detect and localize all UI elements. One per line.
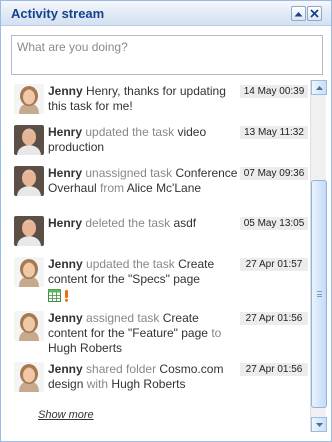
action-verb: updated the task <box>86 257 175 271</box>
man-avatar[interactable] <box>14 166 44 196</box>
actor-name[interactable]: Jenny <box>48 84 83 98</box>
scrollbar-thumb[interactable] <box>311 180 327 408</box>
action-verb: assigned task <box>86 311 160 325</box>
actor-name[interactable]: Jenny <box>48 362 83 376</box>
actor-name[interactable]: Henry <box>48 216 82 230</box>
woman-avatar[interactable] <box>14 362 44 392</box>
arrow-up-icon <box>315 85 323 90</box>
close-icon <box>310 9 319 18</box>
man-avatar[interactable] <box>14 125 44 155</box>
preposition: with <box>86 377 109 391</box>
activity-text: Henry updated the task video production <box>48 125 238 155</box>
scroll-up-button[interactable] <box>311 80 327 95</box>
timestamp: 14 May 00:39 <box>240 85 308 98</box>
panel-header: Activity stream <box>1 1 331 26</box>
timestamp: 27 Apr 01:57 <box>240 258 308 271</box>
show-more-link[interactable]: Show more <box>38 409 94 421</box>
scroll-down-button[interactable] <box>311 417 327 432</box>
user-link[interactable]: Hugh Roberts <box>111 377 185 391</box>
action-verb: updated the task <box>85 125 175 139</box>
action-verb: deleted the task <box>85 216 171 230</box>
close-button[interactable] <box>307 6 322 21</box>
activity-text: Henry unassigned task Conference Overhau… <box>48 166 238 196</box>
timestamp: 27 Apr 01:56 <box>240 312 308 325</box>
woman-avatar[interactable] <box>14 84 44 114</box>
status-input[interactable]: What are you doing? <box>11 35 323 75</box>
woman-avatar[interactable] <box>14 311 44 341</box>
actor-name[interactable]: Henry <box>48 166 82 180</box>
woman-avatar[interactable] <box>14 257 44 287</box>
activity-text: Henry deleted the task asdf <box>48 216 238 231</box>
user-link[interactable]: Hugh Roberts <box>48 341 122 355</box>
action-verb: shared folder <box>86 362 157 376</box>
activity-text: Jenny shared folder Cosmo.com design wit… <box>48 362 238 392</box>
priority-high-icon <box>65 290 68 302</box>
activity-text: Jenny assigned task Create content for t… <box>48 311 238 356</box>
collapse-button[interactable] <box>291 6 306 21</box>
chevron-up-icon <box>294 11 303 16</box>
actor-name[interactable]: Henry <box>48 125 82 139</box>
attachment-icons <box>48 289 238 302</box>
user-link[interactable]: Alice Mc'Lane <box>127 181 201 195</box>
spreadsheet-icon[interactable] <box>48 289 61 302</box>
activity-text: Jenny Henry, thanks for updating this ta… <box>48 84 238 114</box>
timestamp: 13 May 11:32 <box>240 126 308 139</box>
timestamp: 07 May 09:36 <box>240 167 308 180</box>
timestamp: 27 Apr 01:56 <box>240 363 308 376</box>
actor-name[interactable]: Jenny <box>48 311 83 325</box>
preposition: from <box>100 181 125 195</box>
action-verb: unassigned task <box>85 166 173 180</box>
preposition: to <box>211 326 222 340</box>
actor-name[interactable]: Jenny <box>48 257 83 271</box>
vertical-scrollbar[interactable] <box>310 80 327 432</box>
man-avatar[interactable] <box>14 216 44 246</box>
arrow-down-icon <box>315 422 323 427</box>
panel-title: Activity stream <box>11 6 105 21</box>
timestamp: 05 May 13:05 <box>240 217 308 230</box>
grip-icon <box>317 291 322 297</box>
task-name: asdf <box>173 216 197 230</box>
activity-list: Jenny Henry, thanks for updating this ta… <box>4 80 310 432</box>
activity-text: Jenny updated the task Create content fo… <box>48 257 238 302</box>
